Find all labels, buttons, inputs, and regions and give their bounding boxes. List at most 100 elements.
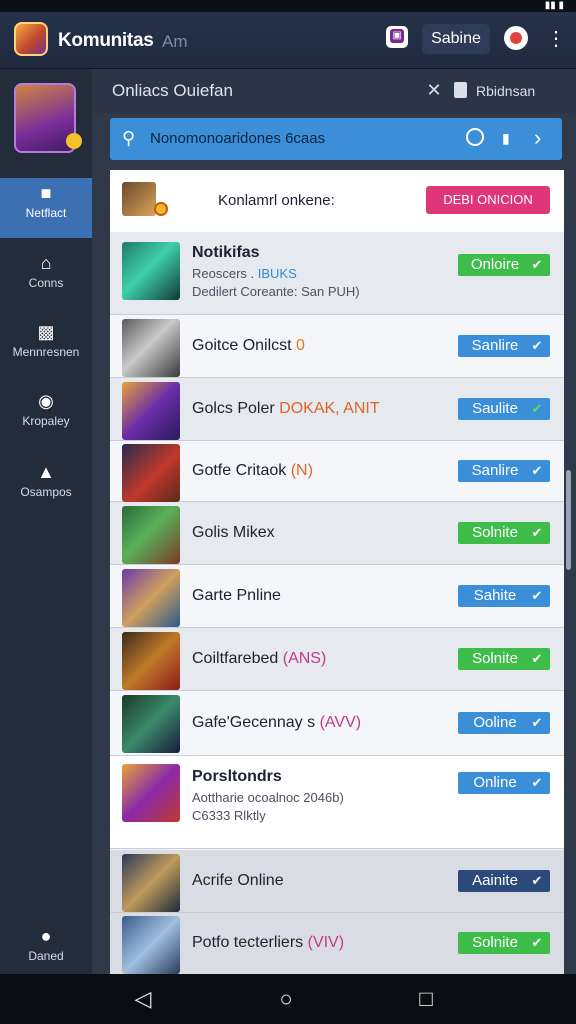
game-thumbnail — [122, 916, 180, 974]
game-name: Potfo tecterliers (VIV) — [192, 934, 345, 951]
game-detail: Reoscers . IBUKS — [192, 266, 297, 281]
clipboard-icon: ▩ — [37, 322, 55, 342]
history-icon[interactable] — [466, 128, 484, 146]
list-item[interactable]: Porsltondrs Aottharie ocoalnoc 2046b) C6… — [110, 756, 564, 849]
status-button[interactable]: Saulite ✔ — [458, 398, 550, 420]
game-thumbnail — [122, 319, 180, 377]
game-name: Golcs Poler DOKAK, ANIT — [192, 400, 380, 417]
game-name: Golis Mikex — [192, 524, 275, 541]
game-name: Coiltfarebed (ANS) — [192, 650, 327, 667]
sidebar-item-osampos[interactable]: ▲ Osampos — [0, 457, 92, 517]
game-thumbnail — [122, 695, 180, 753]
system-nav-bar: ◁ ○ □ — [0, 974, 576, 1024]
sidebar-item-daned[interactable]: ● Daned — [0, 921, 92, 981]
status-button[interactable]: Onloire ✔ — [458, 254, 550, 276]
game-list: Konlamrl onkene: DEBI ONICION Notikifas … — [110, 170, 564, 974]
sidebar-item-label: Netflact — [25, 206, 67, 220]
list-item[interactable]: Goitce Onilcst 0 Sanlire ✔ — [110, 315, 564, 378]
list-item[interactable]: Notikifas Reoscers . IBUKS Dedilert Core… — [110, 232, 564, 315]
chat-icon: ● — [40, 926, 52, 946]
top-app-bar: Komunitas Am ▣ Sabine ⋮ — [0, 12, 576, 69]
sidebar-item-netflact[interactable]: ■ Netflact — [0, 178, 92, 238]
game-thumbnail — [122, 242, 180, 300]
bar-chart-icon[interactable]: ▮ — [502, 130, 516, 146]
sidebar-item-kropaley[interactable]: ◉ Kropaley — [0, 386, 92, 446]
list-item[interactable]: Acrife Online Aainite ✔ — [110, 850, 564, 913]
bag-icon: ■ — [40, 183, 52, 203]
promo-row: Konlamrl onkene: DEBI ONICION — [110, 170, 564, 233]
panel-filter-label[interactable]: Rbidnsan — [476, 83, 535, 99]
status-button[interactable]: Aainite ✔ — [458, 870, 550, 892]
game-name: Gafe'Gecennay s (AVV) — [192, 714, 362, 731]
check-icon: ✔ — [531, 873, 543, 888]
home-icon: ⌂ — [40, 253, 52, 273]
game-detail-secondary: Dedilert Coreante: San PUH) — [192, 284, 360, 299]
list-item[interactable]: Gotfe Critaok (N) Sanlire ✔ — [110, 441, 564, 502]
sidebar-item-label: Kropaley — [22, 414, 70, 428]
game-thumbnail — [122, 506, 180, 564]
status-button[interactable]: Solnite ✔ — [458, 932, 550, 954]
more-options-icon[interactable]: ⋮ — [546, 26, 566, 52]
sidebar-item-conns[interactable]: ⌂ Conns — [0, 248, 92, 308]
promo-thumbnail — [122, 182, 168, 216]
avatar-button[interactable] — [504, 26, 528, 50]
game-thumbnail — [122, 444, 180, 502]
promo-text: Konlamrl onkene: — [218, 192, 335, 209]
status-bar: ▮▮ ▮ — [0, 0, 576, 12]
app-title: Komunitas — [58, 30, 154, 51]
search-icon: ⚲ — [122, 128, 136, 148]
game-thumbnail — [122, 764, 180, 822]
panel-title: Onliacs Ouiefan — [112, 81, 233, 100]
list-scrollbar[interactable] — [566, 470, 571, 570]
game-name: Notikifas — [192, 244, 260, 261]
check-icon: ✔ — [531, 775, 543, 790]
check-icon: ✔ — [531, 715, 543, 730]
search-input[interactable]: Nonomonoaridones 6caas — [150, 130, 325, 147]
status-button[interactable]: Sahite ✔ — [458, 585, 550, 607]
inbox-icon: ▣ — [390, 29, 404, 43]
sidebar-item-mennresnen[interactable]: ▩ Mennresnen — [0, 317, 92, 377]
list-item[interactable]: Golcs Poler DOKAK, ANIT Saulite ✔ — [110, 378, 564, 441]
status-button[interactable]: Sanlire ✔ — [458, 335, 550, 357]
check-icon: ✔ — [531, 463, 543, 478]
check-icon: ✔ — [531, 935, 543, 950]
sidebar: ■ Netflact ⌂ Conns ▩ Mennresnen ◉ Kropal… — [0, 69, 92, 974]
list-item[interactable]: Potfo tecterliers (VIV) Solnite ✔ — [110, 913, 564, 974]
sidebar-item-label: Conns — [28, 276, 64, 290]
check-icon: ✔ — [531, 525, 543, 540]
inbox-button[interactable]: ▣ — [386, 26, 408, 48]
game-thumbnail — [122, 632, 180, 690]
app-subtitle: Am — [162, 32, 188, 51]
promo-button[interactable]: DEBI ONICION — [426, 186, 550, 214]
status-icons: ▮▮ ▮ — [544, 0, 564, 11]
game-detail-secondary: C6333 Rlktly — [192, 808, 266, 823]
list-item[interactable]: Coiltfarebed (ANS) Solnite ✔ — [110, 628, 564, 691]
list-item[interactable]: Garte Pnline Sahite ✔ — [110, 565, 564, 628]
profile-chip-button[interactable]: Sabine — [422, 24, 490, 54]
game-name: Gotfe Critaok (N) — [192, 462, 313, 479]
camera-icon: ◉ — [38, 391, 54, 411]
back-icon[interactable]: ◁ — [130, 986, 156, 1012]
check-icon: ✔ — [531, 588, 543, 603]
search-bar[interactable]: ⚲ Nonomonoaridones 6caas ▮ › — [110, 118, 562, 160]
game-name: Garte Pnline — [192, 587, 281, 604]
game-name: Goitce Onilcst 0 — [192, 337, 305, 354]
list-item[interactable]: Golis Mikex Solnite ✔ — [110, 502, 564, 565]
status-button[interactable]: Online ✔ — [458, 772, 550, 794]
game-name: Acrife Online — [192, 872, 284, 889]
home-icon[interactable]: ○ — [273, 986, 299, 1012]
recents-icon[interactable]: □ — [413, 986, 439, 1012]
chevron-right-icon[interactable]: › — [534, 126, 552, 150]
status-button[interactable]: Solnite ✔ — [458, 648, 550, 670]
sidebar-item-label: Mennresnen — [12, 345, 80, 359]
status-button[interactable]: Sanlire ✔ — [458, 460, 550, 482]
app-logo-icon — [14, 22, 48, 56]
game-thumbnail — [122, 382, 180, 440]
close-icon[interactable]: ✕ — [426, 79, 442, 101]
game-thumbnail — [122, 854, 180, 912]
profile-avatar[interactable] — [14, 83, 82, 153]
status-button[interactable]: Solnite ✔ — [458, 522, 550, 544]
check-icon: ✔ — [531, 401, 543, 416]
status-button[interactable]: Ooline ✔ — [458, 712, 550, 734]
list-item[interactable]: Gafe'Gecennay s (AVV) Ooline ✔ — [110, 691, 564, 756]
